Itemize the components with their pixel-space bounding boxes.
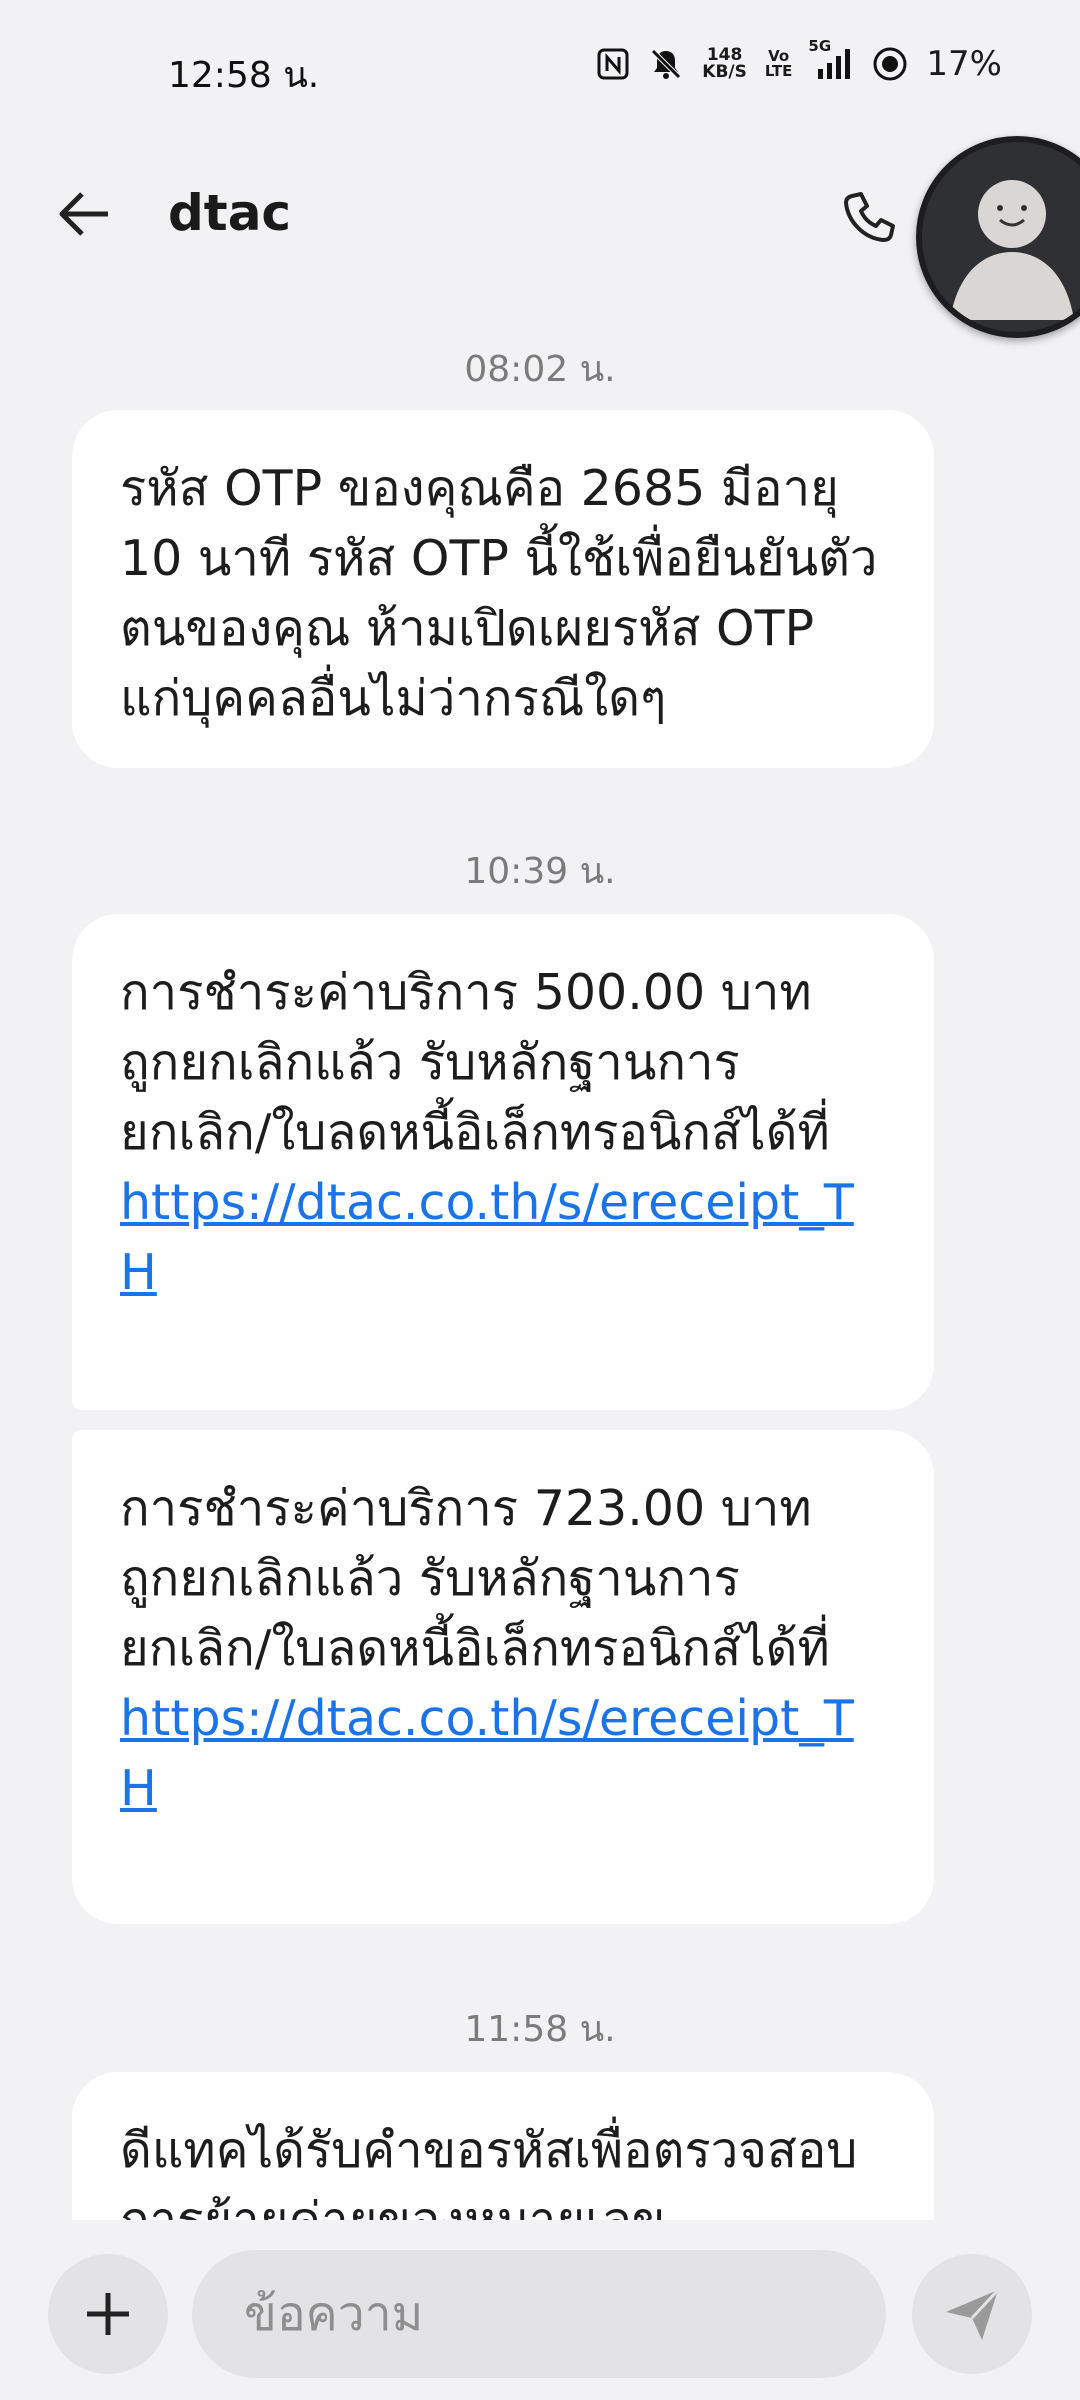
avatar-icon: [950, 180, 1074, 320]
message-link[interactable]: https://dtac.co.th/s/ereceipt_TH: [120, 1168, 886, 1308]
signal-icon: 5G: [808, 37, 854, 81]
message-timestamp: 11:58 น.: [464, 2009, 616, 2050]
phone-icon: [844, 192, 895, 242]
message-bubble[interactable]: รหัส OTP ของคุณคือ 2685 มีอายุ 10 นาที ร…: [72, 410, 934, 768]
plus-icon: [87, 2293, 129, 2335]
status-bar: 12:58 น. 148 KB/S Vo LTE 5G 17%: [0, 0, 1080, 140]
message-bubble[interactable]: การชำระค่าบริการ 723.00 บาท ถูกยกเลิกแล้…: [72, 1430, 934, 1924]
back-arrow-icon: [59, 192, 108, 236]
status-time: 12:58 น.: [168, 55, 320, 96]
volte-bottom: LTE: [764, 62, 793, 80]
message-text: รหัส OTP ของคุณคือ 2685 มีอายุ 10 นาที ร…: [120, 460, 878, 727]
send-button[interactable]: [912, 2254, 1032, 2374]
back-button[interactable]: [48, 178, 120, 250]
message-timestamp: 10:39 น.: [464, 851, 616, 892]
composer-bar: [0, 2220, 1080, 2400]
conversation-title: dtac: [168, 184, 292, 242]
volte-indicator: Vo LTE: [765, 49, 793, 79]
message-text: การชำระค่าบริการ 500.00 บาท ถูกยกเลิกแล้…: [120, 964, 830, 1161]
battery-percent: 17%: [926, 44, 1002, 84]
send-icon: [946, 2288, 1000, 2340]
message-bubble[interactable]: การชำระค่าบริการ 500.00 บาท ถูกยกเลิกแล้…: [72, 914, 934, 1410]
call-button[interactable]: [830, 180, 906, 256]
net-speed-unit: KB/S: [702, 62, 747, 82]
network-type: 5G: [808, 37, 832, 55]
message-link[interactable]: https://dtac.co.th/s/ereceipt_TH: [120, 1684, 886, 1824]
nfc-icon: [596, 47, 630, 81]
message-timestamp: 08:02 น.: [464, 349, 616, 390]
contact-avatar[interactable]: [916, 136, 1080, 338]
net-speed: 148 KB/S: [702, 47, 747, 81]
app-bar: dtac: [0, 136, 1080, 338]
mute-icon: [648, 46, 684, 82]
status-icons: 148 KB/S Vo LTE 5G 17%: [596, 37, 1002, 84]
message-input[interactable]: [192, 2250, 886, 2378]
battery-icon: [872, 46, 908, 82]
message-text: การชำระค่าบริการ 723.00 บาท ถูกยกเลิกแล้…: [120, 1480, 830, 1677]
add-attachment-button[interactable]: [48, 2254, 168, 2374]
